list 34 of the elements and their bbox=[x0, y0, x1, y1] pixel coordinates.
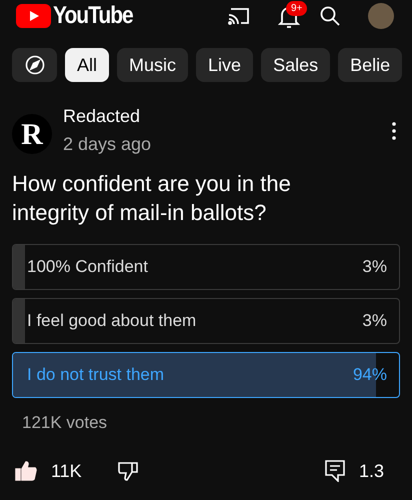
category-chip[interactable]: All bbox=[65, 48, 110, 82]
compass-icon bbox=[24, 55, 44, 75]
avatar-photo-placeholder[interactable] bbox=[368, 3, 394, 29]
category-chip[interactable]: Live bbox=[196, 48, 254, 82]
poll-option[interactable]: I do not trust them 94% bbox=[12, 352, 400, 398]
vote-count: 121K votes bbox=[22, 412, 108, 434]
post-time: 2 days ago bbox=[63, 133, 152, 156]
author-name[interactable]: Redacted bbox=[63, 104, 152, 128]
category-chip[interactable]: Music bbox=[117, 48, 188, 82]
bell-icon[interactable] bbox=[278, 5, 300, 29]
like-icon[interactable] bbox=[15, 461, 37, 481]
more-options-icon[interactable] bbox=[392, 122, 396, 140]
option-percentage: 94% bbox=[352, 364, 387, 386]
search-icon[interactable] bbox=[320, 6, 340, 26]
channel-avatar[interactable]: R bbox=[12, 114, 52, 154]
option-percentage: 3% bbox=[362, 310, 387, 332]
like-count: 11K bbox=[51, 460, 82, 482]
dislike-icon[interactable] bbox=[118, 461, 138, 481]
comment-icon[interactable] bbox=[324, 460, 345, 482]
notification-badge: 9+ bbox=[286, 1, 308, 16]
option-percentage: 3% bbox=[362, 256, 387, 278]
cast-icon[interactable] bbox=[228, 7, 250, 25]
comment-count: 1.3 bbox=[358, 460, 384, 482]
category-chip[interactable]: Sales bbox=[261, 48, 330, 82]
option-label: 100% Confident bbox=[27, 256, 148, 278]
logo-text: YouTube bbox=[53, 2, 133, 31]
option-label: I feel good about them bbox=[27, 310, 196, 332]
youtube-logo-icon bbox=[16, 4, 51, 28]
option-label: I do not trust them bbox=[27, 364, 164, 386]
poll-option[interactable]: 100% Confident 3% bbox=[12, 244, 400, 290]
category-chip[interactable]: Belie bbox=[338, 48, 402, 82]
poll-option[interactable]: I feel good about them 3% bbox=[12, 298, 400, 344]
explore-button[interactable] bbox=[12, 48, 57, 82]
poll-question: How confident are you in the integrity of mail-in ballots? bbox=[11, 170, 292, 227]
